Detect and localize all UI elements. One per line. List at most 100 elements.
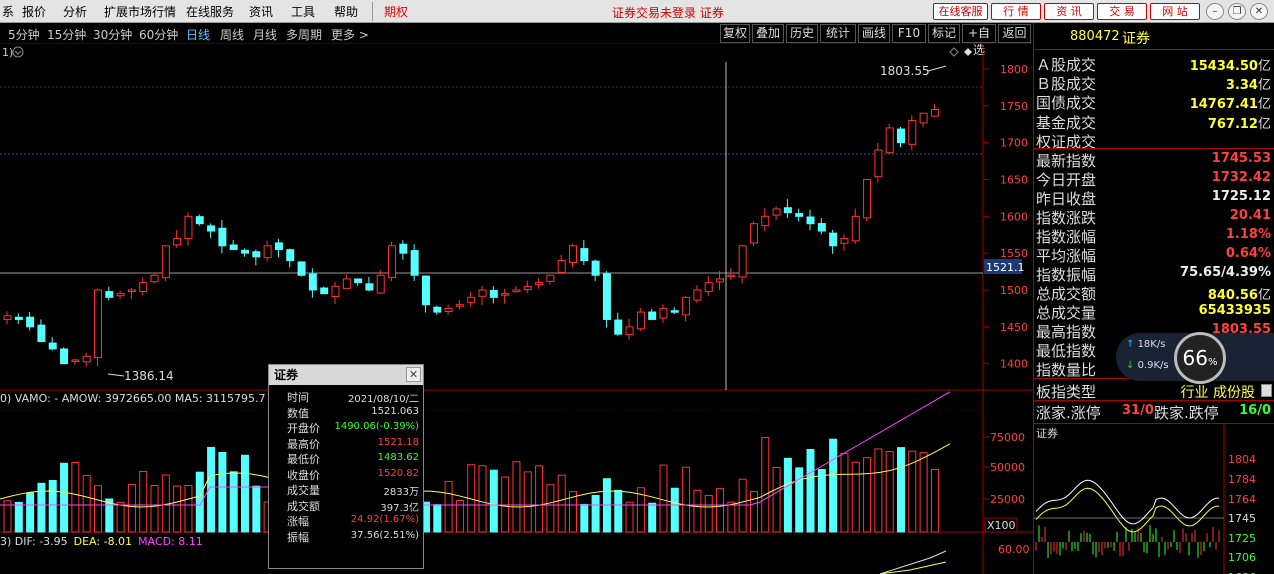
- info-value: 840.56亿: [1207, 288, 1271, 303]
- f10-button[interactable]: F10: [892, 24, 926, 43]
- tooltip-row: 开盘价 1490.06(-0.39%): [269, 420, 423, 435]
- adjust-button[interactable]: 复权: [720, 24, 750, 43]
- tooltip-row-label: 收盘价: [287, 468, 320, 482]
- volume-header: 0) VAMO: - AMOW: 3972665.00 MA5: 3115795…: [0, 392, 266, 405]
- period-60min[interactable]: 60分钟: [139, 26, 178, 43]
- tooltip-title: 证券: [269, 365, 423, 385]
- period-more[interactable]: 更多 >: [331, 26, 369, 43]
- menu-item-tools[interactable]: 工具: [291, 3, 315, 20]
- info-value: 1.18%: [1225, 227, 1271, 242]
- info-label: 平均涨幅: [1036, 247, 1097, 265]
- menu-item-online-service[interactable]: 在线服务: [186, 3, 234, 20]
- tooltip-row-label: 最低价: [287, 453, 320, 466]
- info-label: 总成交量: [1036, 304, 1097, 322]
- panel-menu-icon[interactable]: [12, 46, 24, 58]
- tooltip-row: 收盘价 1520.82: [269, 467, 423, 482]
- period-15min[interactable]: 15分钟: [47, 26, 86, 43]
- statistics-button[interactable]: 统计: [820, 24, 856, 43]
- back-button[interactable]: 返回: [998, 24, 1031, 43]
- sector-type-row: 板指类型 行业 成份股: [1034, 381, 1274, 402]
- diamond-icon[interactable]: [949, 47, 959, 57]
- tooltip-row-label: 涨幅: [287, 515, 309, 528]
- menu-item-news[interactable]: 资讯: [249, 3, 273, 20]
- mini-axis-label: 1764: [1228, 493, 1256, 506]
- price-axis-label: 1450: [1000, 321, 1028, 334]
- info-row: Ｂ股成交 3.34亿: [1034, 73, 1274, 94]
- volume-axis-label: 25000: [990, 493, 1025, 506]
- info-row: 指数涨跌 20.41: [1034, 207, 1274, 227]
- network-speed-widget[interactable]: ↑ 18K/s ↓ 0.9K/s 66%: [1116, 332, 1274, 384]
- price-axis-label: 1650: [1000, 173, 1028, 186]
- period-monthly[interactable]: 月线: [253, 26, 277, 43]
- info-row: 权证成交: [1034, 131, 1274, 151]
- menu-item-quote[interactable]: 报价: [22, 3, 46, 20]
- tooltip-row-value: 397.3亿: [380, 502, 419, 514]
- tooltip-row-label: 成交额: [287, 499, 320, 513]
- history-button[interactable]: 历史: [786, 24, 818, 43]
- high-marker-arrow: [927, 65, 947, 72]
- price-axis-label: 1500: [1000, 284, 1028, 297]
- menu-item-analysis[interactable]: 分析: [63, 3, 87, 20]
- info-value: 14767.41亿: [1189, 97, 1271, 113]
- info-label: 基金成交: [1036, 113, 1097, 132]
- crosshair-price: 1521.1: [986, 261, 1025, 274]
- info-label: 今日开盘: [1036, 171, 1097, 189]
- trade-button[interactable]: 交 易: [1097, 3, 1147, 20]
- online-support-button[interactable]: 在线客服: [933, 3, 988, 20]
- tooltip-row: 数值 1521.063: [269, 405, 423, 420]
- menu-item-extended-market[interactable]: 扩展市场行情: [104, 3, 176, 20]
- menu-item-options[interactable]: 期权: [384, 3, 408, 20]
- tooltip-row: 成交额 397.3亿: [269, 498, 423, 514]
- index-code: 880472: [1070, 29, 1120, 44]
- period-weekly[interactable]: 周线: [220, 26, 244, 43]
- volume-axis-label: 50000: [990, 461, 1025, 474]
- restore-icon[interactable]: ❐: [1228, 3, 1246, 20]
- mark-button[interactable]: 标记: [928, 24, 960, 43]
- low-marker-arrow: [107, 373, 125, 377]
- upload-arrow-icon: ↑: [1126, 339, 1138, 350]
- info-value: 75.65/4.39%: [1180, 265, 1271, 280]
- info-label: 最高指数: [1036, 323, 1097, 341]
- news-button[interactable]: 资 讯: [1044, 3, 1094, 20]
- add-watchlist-button[interactable]: +自选: [962, 24, 996, 57]
- tooltip-row-value: 1520.82: [377, 467, 419, 479]
- close-icon[interactable]: ✕: [1250, 3, 1268, 20]
- sector-type-value[interactable]: 行业 成份股: [1181, 382, 1255, 402]
- diamond-filled-icon[interactable]: [964, 48, 972, 56]
- menu-item-system[interactable]: 系: [2, 3, 14, 20]
- period-multi[interactable]: 多周期: [286, 26, 322, 43]
- menu-item-help[interactable]: 帮助: [334, 3, 358, 20]
- quotes-button[interactable]: 行 情: [991, 3, 1041, 20]
- memory-usage-gauge[interactable]: 66%: [1174, 332, 1226, 384]
- mini-intraday-chart[interactable]: 证券 1804178417641745172517061686: [1034, 424, 1274, 574]
- info-row: 今日开盘 1732.42: [1034, 169, 1274, 189]
- mini-chart-title: 证券: [1036, 426, 1058, 440]
- period-30min[interactable]: 30分钟: [93, 26, 132, 43]
- tooltip-row-value: 1483.62: [377, 452, 419, 463]
- macd-axis-label: 60.00: [998, 543, 1030, 556]
- draw-line-button[interactable]: 画线: [858, 24, 890, 43]
- info-value: 1745.53: [1211, 151, 1271, 166]
- scroll-arrow-icon[interactable]: [1261, 384, 1272, 397]
- kline-chart[interactable]: 1) 1800 1750 1700 1650 1600 1550 1500 1450 1400 7…: [0, 44, 1033, 574]
- info-value: 3.34亿: [1225, 78, 1271, 94]
- tooltip-row-label: 成交量: [287, 484, 320, 497]
- info-value: 0.64%: [1225, 246, 1271, 261]
- minimize-icon[interactable]: –: [1206, 3, 1224, 20]
- info-label: 最新指数: [1036, 152, 1097, 170]
- website-button[interactable]: 网 站: [1150, 3, 1200, 20]
- price-axis-label: 1800: [1000, 63, 1028, 76]
- breadth-up-label: 涨家.涨停: [1036, 404, 1101, 422]
- info-label: 最低指数: [1036, 342, 1097, 360]
- info-value: 65433935: [1198, 303, 1271, 318]
- info-row: 昨日收盘 1725.12: [1034, 188, 1274, 208]
- tooltip-row-label: 振幅: [287, 530, 309, 544]
- chevron-down-icon: [14, 50, 22, 55]
- overlay-button[interactable]: 叠加: [752, 24, 784, 43]
- period-5min[interactable]: 5分钟: [8, 26, 40, 43]
- info-label: Ａ股成交: [1036, 56, 1097, 74]
- period-daily[interactable]: 日线: [186, 26, 210, 43]
- macd-dif-line: [879, 550, 947, 574]
- tooltip-close-icon[interactable]: ✕: [406, 367, 421, 382]
- info-value: 20.41: [1229, 208, 1271, 223]
